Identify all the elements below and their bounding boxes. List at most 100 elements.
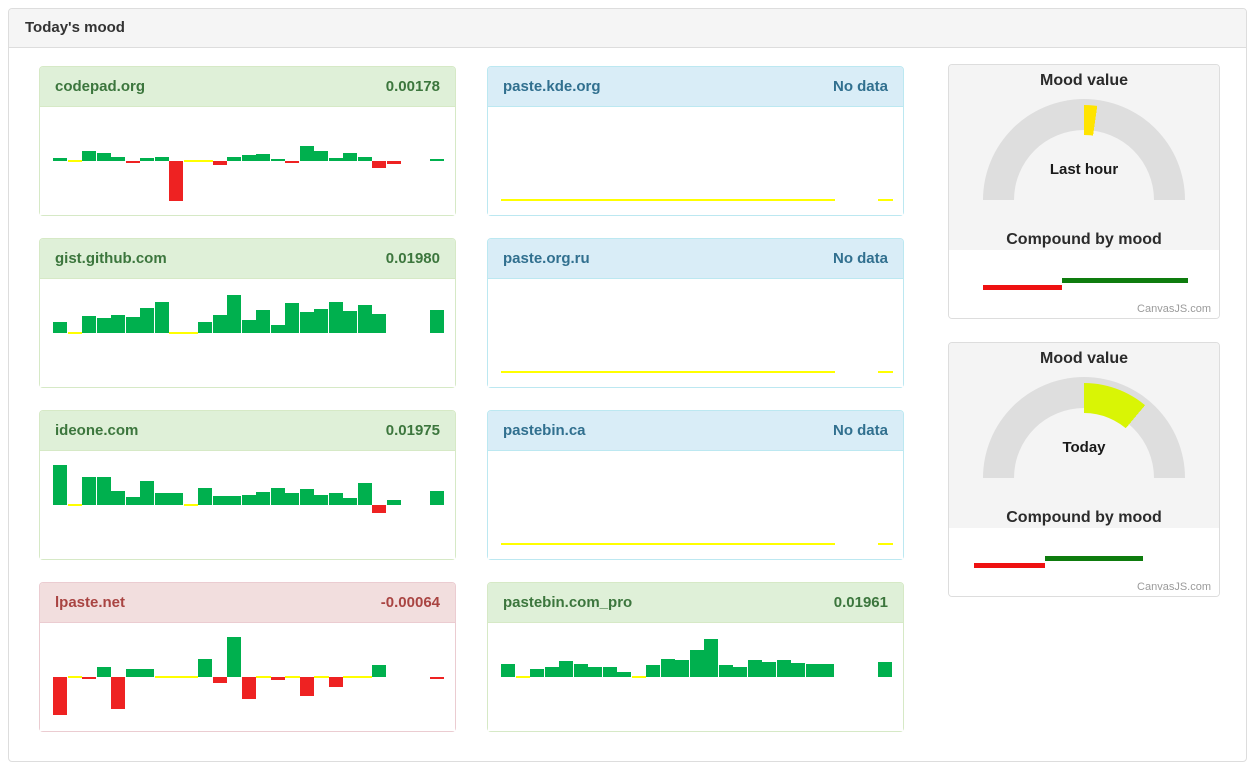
bar-positive <box>646 665 660 677</box>
gauge-card-today: Mood valueTodayCompound by moodCanvasJS.… <box>948 342 1220 597</box>
zero-marker <box>675 371 690 373</box>
site-sparkline-chart <box>40 451 455 559</box>
zero-marker <box>777 199 792 201</box>
site-value: No data <box>833 78 888 95</box>
bar-positive <box>617 672 631 677</box>
site-card-header: pastebin.com_pro0.01961 <box>488 583 903 623</box>
bar-positive <box>82 316 96 333</box>
bar-negative <box>213 677 227 683</box>
zero-marker <box>285 676 300 678</box>
site-value: No data <box>833 422 888 439</box>
zero-marker <box>184 160 199 162</box>
zero-marker <box>617 199 632 201</box>
bar-positive <box>126 317 140 333</box>
zero-marker <box>733 543 748 545</box>
compound-section: CanvasJS.com <box>949 250 1219 318</box>
zero-marker <box>574 543 589 545</box>
bar-positive <box>748 660 762 677</box>
bar-positive <box>271 488 285 505</box>
site-card-paste-org-ru: paste.org.ruNo data <box>487 238 904 388</box>
site-card-header: paste.org.ruNo data <box>488 239 903 279</box>
zero-marker <box>748 199 763 201</box>
compound-positive-bar <box>1045 556 1143 561</box>
site-name: lpaste.net <box>55 594 125 611</box>
site-card-header: codepad.org0.00178 <box>40 67 455 107</box>
zero-marker <box>690 543 705 545</box>
canvasjs-watermark-link[interactable]: CanvasJS.com <box>1137 303 1211 315</box>
bar-negative <box>430 677 444 679</box>
site-name: ideone.com <box>55 422 138 439</box>
bar-positive <box>53 158 67 161</box>
bar-positive <box>430 310 444 333</box>
site-sparkline-chart <box>40 279 455 387</box>
bar-positive <box>343 311 357 333</box>
bar-positive <box>140 158 154 161</box>
bar-positive <box>285 303 299 333</box>
zero-marker <box>358 676 373 678</box>
site-value: No data <box>833 250 888 267</box>
zero-marker <box>516 371 531 373</box>
zero-marker <box>516 676 531 678</box>
site-card-pastebin-com-pro: pastebin.com_pro0.01961 <box>487 582 904 732</box>
canvasjs-watermark-link[interactable]: CanvasJS.com <box>1137 581 1211 593</box>
bar-positive <box>227 496 241 505</box>
bar-positive <box>155 302 169 333</box>
gauge-title: Mood value <box>949 343 1219 368</box>
bar-positive <box>329 302 343 333</box>
zero-marker <box>314 676 329 678</box>
bar-positive <box>140 481 154 505</box>
compound-negative-bar <box>974 563 1045 568</box>
gauge-section: Mood valueTodayCompound by mood <box>949 343 1219 528</box>
zero-marker <box>184 676 199 678</box>
bar-positive <box>806 664 820 677</box>
gauge-period-label: Today <box>983 439 1185 456</box>
bar-positive <box>530 669 544 677</box>
bar-negative <box>169 161 183 201</box>
site-card-ideone-com: ideone.com0.01975 <box>39 410 456 560</box>
site-sparkline-chart <box>40 107 455 215</box>
bar-positive <box>358 483 372 505</box>
gauge-card-last-hour: Mood valueLast hourCompound by mood Canva… <box>948 64 1220 319</box>
panel-header: Today's mood <box>9 9 1246 48</box>
zero-marker <box>617 543 632 545</box>
zero-marker <box>603 199 618 201</box>
bar-positive <box>820 664 834 677</box>
bar-positive <box>314 495 328 505</box>
zero-marker <box>559 543 574 545</box>
site-sparkline-chart <box>488 107 903 215</box>
bar-positive <box>329 493 343 505</box>
bar-positive <box>242 155 256 161</box>
bar-positive <box>430 491 444 505</box>
bar-negative <box>372 161 386 168</box>
bar-positive <box>227 157 241 161</box>
bar-positive <box>53 322 67 333</box>
zero-marker <box>646 543 661 545</box>
bar-positive <box>155 157 169 161</box>
zero-marker <box>198 160 213 162</box>
bar-positive <box>242 495 256 505</box>
zero-marker <box>646 199 661 201</box>
site-sparkline-chart <box>40 623 455 731</box>
site-card-gist-github-com: gist.github.com0.01980 <box>39 238 456 388</box>
bar-positive <box>82 477 96 505</box>
bar-positive <box>169 493 183 505</box>
bar-positive <box>242 320 256 333</box>
bar-negative <box>372 505 386 513</box>
site-card-codepad-org: codepad.org0.00178 <box>39 66 456 216</box>
zero-marker <box>661 199 676 201</box>
zero-marker <box>719 371 734 373</box>
zero-marker <box>820 543 835 545</box>
zero-marker <box>719 543 734 545</box>
gauge-section: Mood valueLast hourCompound by mood <box>949 65 1219 250</box>
site-name: gist.github.com <box>55 250 167 267</box>
zero-marker <box>878 371 893 373</box>
zero-marker <box>820 371 835 373</box>
zero-marker <box>68 676 83 678</box>
bar-positive <box>314 151 328 161</box>
bar-positive <box>372 314 386 333</box>
zero-marker <box>690 199 705 201</box>
bar-positive <box>603 667 617 677</box>
zero-marker <box>806 371 821 373</box>
bar-positive <box>126 497 140 505</box>
bar-positive <box>213 496 227 505</box>
